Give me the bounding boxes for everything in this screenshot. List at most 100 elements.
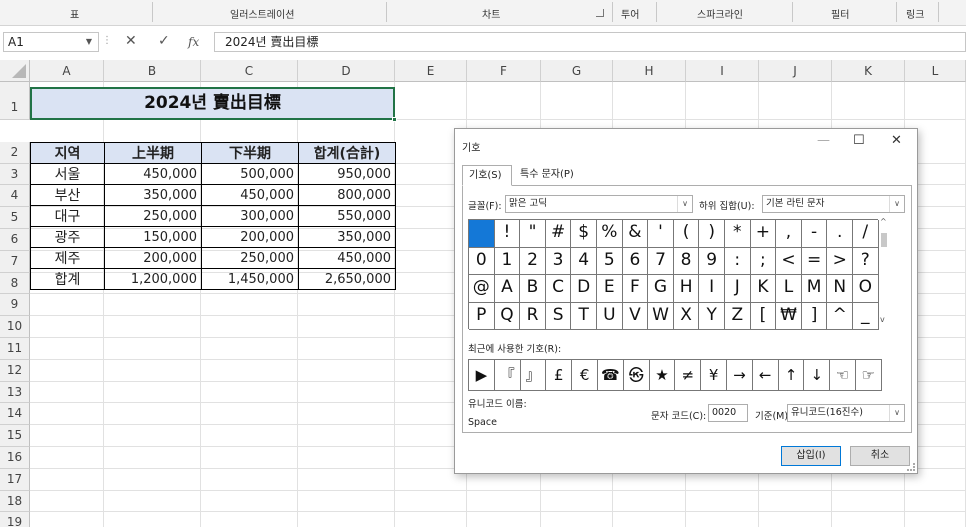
region-cell[interactable]: 합계 — [30, 268, 105, 290]
row-header[interactable]: 14 — [0, 403, 30, 426]
row-header[interactable]: 10 — [0, 316, 30, 338]
row-header[interactable]: 16 — [0, 447, 30, 469]
value-cell[interactable]: 350,000 — [298, 226, 396, 248]
recent-symbol-cell[interactable]: → — [727, 360, 753, 390]
symbol-cell[interactable]: ! — [494, 220, 521, 248]
symbol-cell[interactable]: . — [827, 220, 853, 248]
from-select[interactable]: 유니코드(16진수) ∨ — [787, 404, 905, 422]
recent-symbol-cell[interactable]: 『 — [495, 360, 521, 390]
symbol-cell[interactable]: D — [571, 275, 597, 303]
symbol-cell[interactable]: W — [648, 302, 674, 330]
ribbon-group-sparklines[interactable]: 스파크라인 — [697, 6, 743, 21]
symbol-cell[interactable]: = — [801, 247, 828, 275]
row-header[interactable]: 7 — [0, 250, 30, 273]
tab-special-characters[interactable]: 특수 문자(P) — [514, 165, 584, 186]
recent-symbol-cell[interactable]: ★ — [650, 360, 676, 390]
symbol-cell[interactable]: 2 — [520, 247, 546, 275]
symbol-cell[interactable]: I — [699, 275, 725, 303]
symbol-cell[interactable]: R — [520, 302, 546, 330]
column-header[interactable]: E — [395, 60, 467, 82]
row-header[interactable]: 15 — [0, 425, 30, 447]
value-cell[interactable]: 300,000 — [201, 205, 299, 227]
symbol-cell[interactable]: 0 — [469, 247, 495, 275]
symbol-cell[interactable] — [469, 220, 495, 248]
symbol-cell[interactable]: Y — [699, 302, 725, 330]
column-header[interactable]: G — [541, 60, 613, 82]
symbol-cell[interactable]: # — [545, 220, 572, 248]
value-cell[interactable]: 550,000 — [298, 205, 396, 227]
recent-symbol-cell[interactable]: ¥ — [701, 360, 727, 390]
row-header[interactable]: 1 — [0, 82, 30, 120]
minimize-icon[interactable]: — — [817, 133, 830, 148]
recent-symbol-cell[interactable]: 』 — [521, 360, 547, 390]
column-header[interactable]: D — [298, 60, 395, 82]
row-header[interactable]: 19 — [0, 512, 30, 527]
row-header[interactable]: 17 — [0, 468, 30, 491]
recent-symbol-cell[interactable]: ☞ — [856, 360, 882, 390]
symbol-cell[interactable]: > — [827, 247, 853, 275]
value-cell[interactable]: 450,000 — [104, 163, 202, 185]
value-cell[interactable]: 450,000 — [201, 184, 299, 206]
scrollbar-thumb[interactable] — [881, 233, 887, 247]
column-header[interactable]: H — [613, 60, 686, 82]
value-cell[interactable]: 250,000 — [104, 205, 202, 227]
font-select[interactable]: 맑은 고딕 ∨ — [505, 195, 693, 213]
symbol-cell[interactable]: & — [622, 220, 649, 248]
recent-symbol-cell[interactable]: € — [572, 360, 598, 390]
column-header[interactable]: I — [686, 60, 759, 82]
enter-icon[interactable]: ✓ — [158, 33, 170, 49]
value-cell[interactable]: 950,000 — [298, 163, 396, 185]
symbol-cell[interactable]: 6 — [622, 247, 649, 275]
region-cell[interactable]: 광주 — [30, 226, 105, 248]
resize-grip[interactable] — [907, 463, 915, 471]
fill-handle[interactable] — [392, 117, 397, 122]
symbol-cell[interactable]: / — [853, 220, 879, 248]
row-header[interactable]: 8 — [0, 272, 30, 295]
tab-symbols[interactable]: 기호(S) — [462, 165, 512, 186]
formula-input[interactable]: 2024년 賣出目標 — [214, 32, 966, 52]
symbol-cell[interactable]: Q — [494, 302, 521, 330]
value-cell[interactable]: 200,000 — [104, 247, 202, 269]
row-header[interactable]: 2 — [0, 141, 30, 164]
symbol-cell[interactable]: < — [776, 247, 802, 275]
row-header[interactable]: 18 — [0, 490, 30, 513]
name-box[interactable]: A1 ▼ — [3, 32, 99, 52]
row-header[interactable]: 4 — [0, 185, 30, 208]
ribbon-group-illustrations[interactable]: 일러스트레이션 — [230, 6, 294, 21]
symbol-cell[interactable]: - — [801, 220, 828, 248]
symbol-cell[interactable]: 1 — [494, 247, 521, 275]
symbol-cell[interactable]: ; — [750, 247, 777, 275]
value-cell[interactable]: 150,000 — [104, 226, 202, 248]
symbol-cell[interactable]: B — [520, 275, 546, 303]
chevron-down-icon[interactable]: ∨ — [889, 405, 904, 421]
row-header[interactable]: 3 — [0, 163, 30, 186]
symbol-cell[interactable]: 8 — [673, 247, 700, 275]
row-header[interactable]: 12 — [0, 359, 30, 382]
formula-bar-grip-icon[interactable]: ⋮ — [102, 35, 112, 46]
row-header[interactable]: 5 — [0, 207, 30, 229]
symbol-cell[interactable]: 7 — [648, 247, 674, 275]
symbol-cell[interactable]: N — [827, 275, 853, 303]
recent-symbol-cell[interactable]: ☜ — [830, 360, 856, 390]
symbol-cell[interactable]: @ — [469, 275, 495, 303]
recent-symbol-cell[interactable]: £ — [546, 360, 573, 390]
maximize-icon[interactable]: ☐ — [853, 133, 865, 148]
ribbon-group-table[interactable]: 표 — [70, 6, 79, 21]
recent-symbol-cell[interactable]: ↓ — [804, 360, 831, 390]
symbol-cell[interactable]: C — [545, 275, 572, 303]
chevron-down-icon[interactable]: ▼ — [86, 33, 92, 51]
symbol-cell[interactable]: % — [597, 220, 623, 248]
row-header[interactable]: 11 — [0, 338, 30, 360]
row-header[interactable]: 6 — [0, 229, 30, 251]
column-header[interactable]: B — [104, 60, 201, 82]
symbol-cell[interactable]: + — [750, 220, 777, 248]
recent-symbol-cell[interactable]: ↑ — [779, 360, 805, 390]
select-all-corner[interactable] — [0, 60, 30, 82]
subset-select[interactable]: 기본 라틴 문자 ∨ — [762, 195, 905, 213]
scroll-down-icon[interactable]: v — [880, 315, 885, 324]
recent-symbol-cell[interactable]: ㉿ — [624, 360, 650, 390]
symbol-cell[interactable]: T — [571, 302, 597, 330]
symbol-cell[interactable]: O — [853, 275, 879, 303]
column-header[interactable]: C — [201, 60, 298, 82]
symbol-cell[interactable]: Z — [725, 302, 751, 330]
